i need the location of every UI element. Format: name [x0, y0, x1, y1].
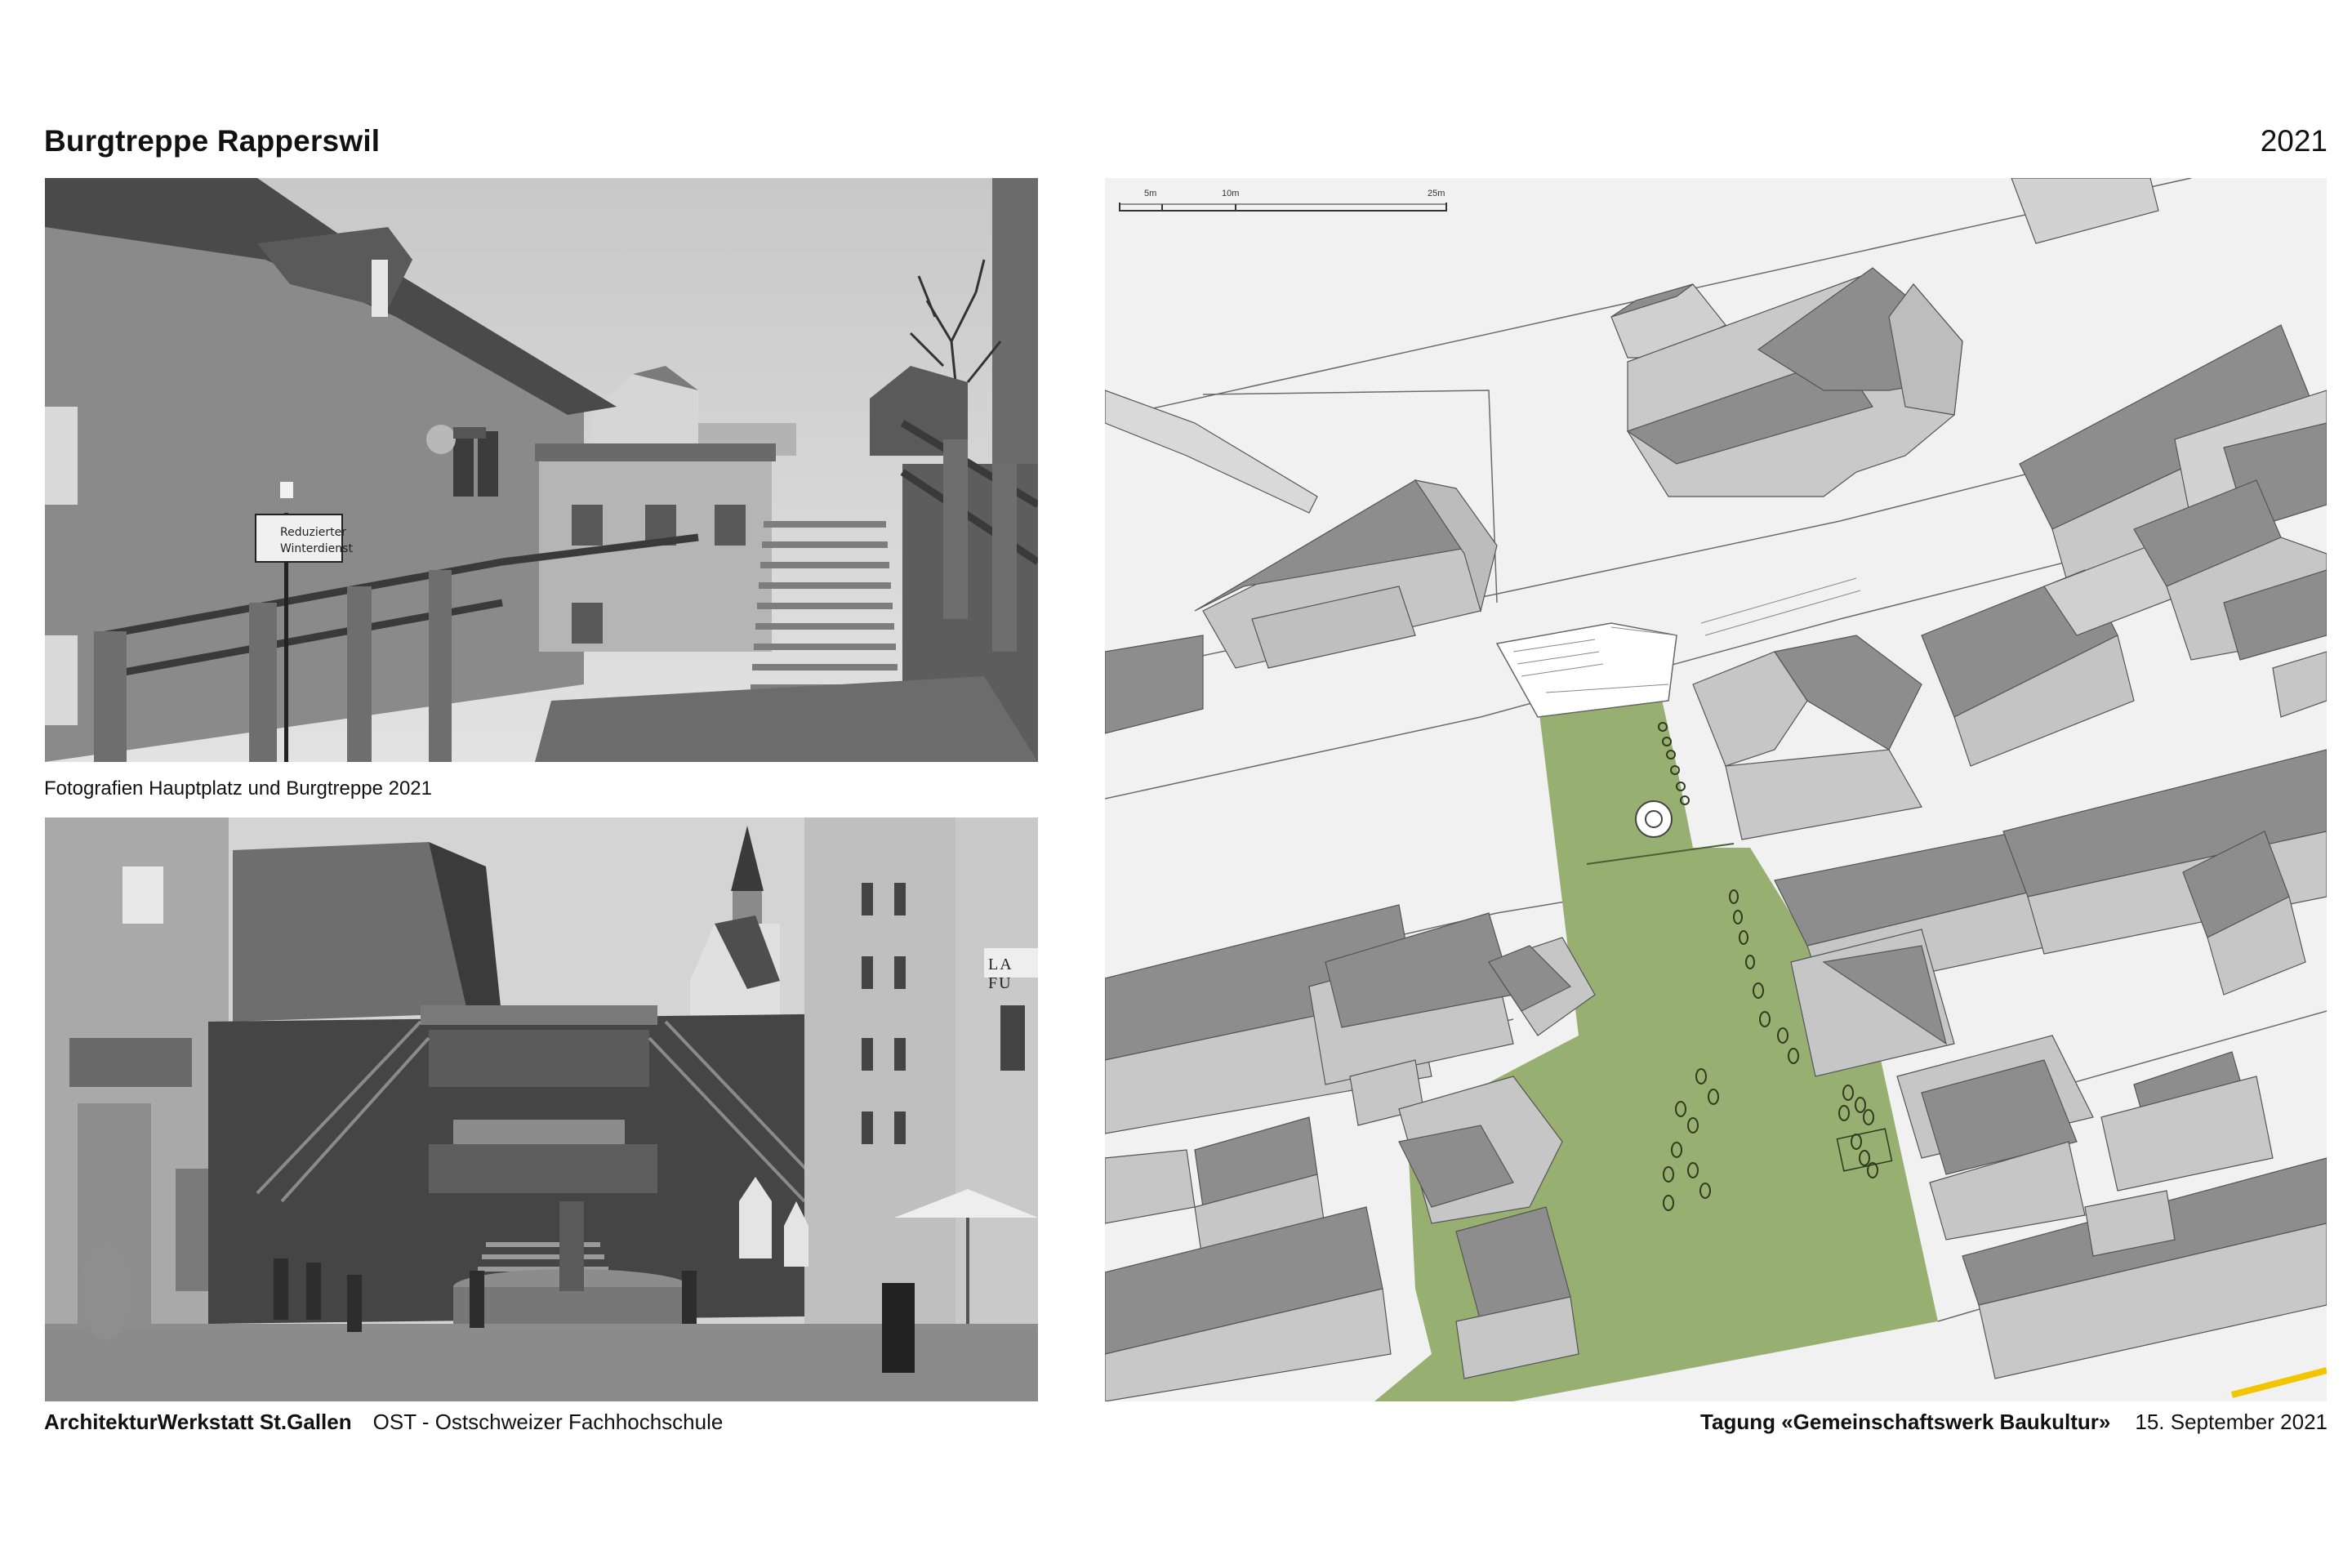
- footer-left: ArchitekturWerkstatt St.Gallen OST - Osts…: [44, 1410, 723, 1435]
- sign-text-1: Reduzierter: [280, 526, 346, 539]
- shop-sign-text: LA FU: [988, 956, 1013, 992]
- footer-school: OST - Ostschweizer Fachhochschule: [372, 1410, 724, 1434]
- photo-burgtreppe-stairs: Reduzierter Winterdienst: [45, 178, 1038, 762]
- photo-caption: Fotografien Hauptplatz und Burgtreppe 20…: [44, 777, 432, 800]
- scale-label-25m: 25m: [1428, 189, 1445, 198]
- footer-org: ArchitekturWerkstatt St.Gallen: [44, 1410, 352, 1434]
- sign-text-2: Winterdienst: [280, 542, 353, 555]
- footer-right: Tagung «Gemeinschaftswerk Baukultur» 15. …: [1700, 1410, 2328, 1435]
- scale-label-5m: 5m: [1144, 189, 1156, 198]
- site-plan-map: 5m 10m 25m: [1105, 178, 2327, 1401]
- footer-event: Tagung «Gemeinschaftswerk Baukultur»: [1700, 1410, 2111, 1434]
- page-title: Burgtreppe Rapperswil: [44, 124, 381, 158]
- photo-fountain-drawing: [45, 817, 1038, 1401]
- site-plan-drawing: 5m 10m 25m: [1105, 178, 2327, 1401]
- year-label: 2021: [2260, 124, 2328, 158]
- photo-hauptplatz-fountain: LA FU: [45, 817, 1038, 1401]
- scale-label-10m: 10m: [1222, 189, 1239, 198]
- footer-date: 15. September 2021: [2135, 1410, 2328, 1434]
- photo-stairs-drawing: [45, 178, 1038, 762]
